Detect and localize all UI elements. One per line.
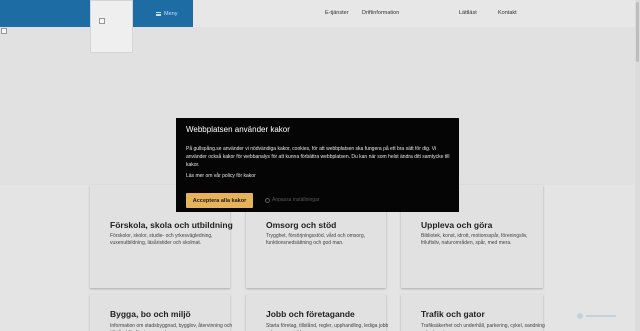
accept-all-cookies-button[interactable]: Acceptera alla kakor: [186, 193, 253, 208]
gear-icon: [265, 197, 270, 203]
customize-settings-button[interactable]: Anpassa inställningar: [265, 195, 320, 205]
cookie-dialog: Webbplatsen använder kakor På gullspång.…: [176, 118, 459, 212]
scrollbar-thumb[interactable]: [636, 2, 639, 62]
cookie-dialog-title: Webbplatsen använder kakor: [186, 125, 290, 134]
cookie-dialog-text: På gullspång.se använder vi nödvändiga k…: [186, 146, 450, 168]
cookie-policy-link[interactable]: Läs mer om vår policy för kakor: [186, 173, 256, 179]
page-scrollbar[interactable]: [635, 0, 640, 331]
customize-settings-label: Anpassa inställningar: [272, 197, 320, 203]
